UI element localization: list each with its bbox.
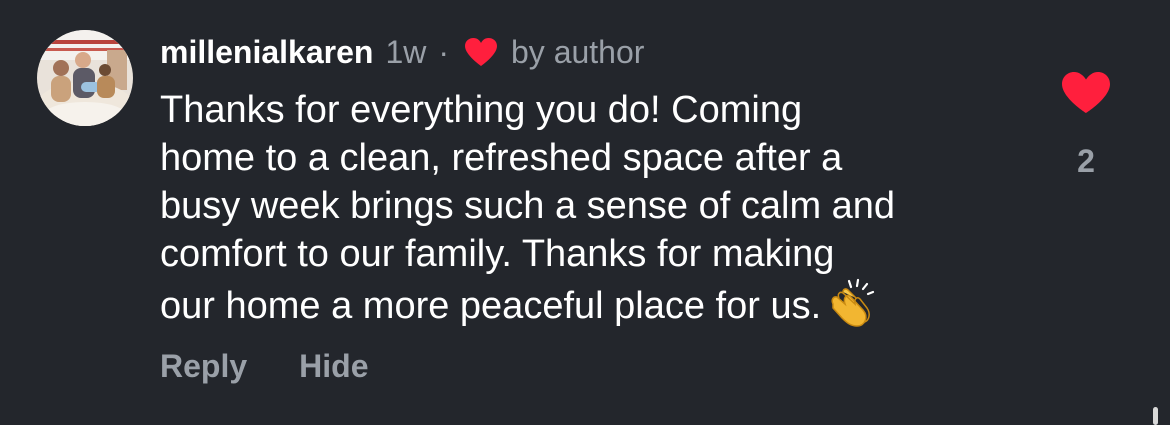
author-like-heart-icon: [465, 38, 497, 66]
comment-text-line: home to a clean, refreshed space after a: [160, 137, 843, 179]
comment-header: millenialkaren 1w · by author: [160, 30, 644, 74]
comment-text-line: busy week brings such a sense of calm an…: [160, 185, 896, 227]
comment-text-line: comfort to our family. Thanks for making: [160, 233, 835, 275]
like-count: 2: [1077, 143, 1095, 179]
comment-text-line: our home a more peaceful place for us.: [160, 278, 1040, 330]
comment-text: Thanks for everything you do! Coming hom…: [160, 86, 1040, 330]
username[interactable]: millenialkaren: [160, 34, 373, 71]
separator-dot: ·: [438, 33, 449, 70]
comment-text-line: Thanks for everything you do! Coming: [160, 89, 803, 131]
comment-actions: Reply Hide: [160, 348, 368, 385]
hide-button[interactable]: Hide: [299, 348, 368, 385]
liked-by-author-label: by author: [511, 33, 645, 70]
timestamp: 1w: [385, 33, 427, 70]
avatar-photo-icon: [37, 30, 133, 126]
clapping-hands-icon: [831, 278, 875, 327]
comment-text-line-text: our home a more peaceful place for us.: [160, 285, 822, 327]
scrollbar[interactable]: [1153, 407, 1158, 425]
comment: millenialkaren 1w · by author Thanks for…: [0, 0, 1170, 425]
reply-button[interactable]: Reply: [160, 348, 247, 385]
avatar[interactable]: [37, 30, 133, 126]
like-heart-icon[interactable]: [1060, 70, 1112, 116]
